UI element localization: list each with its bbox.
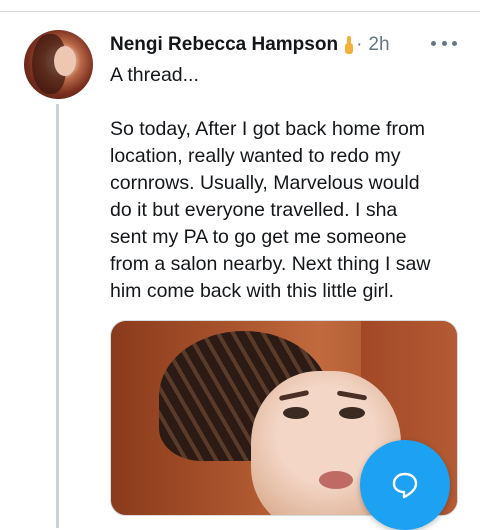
tweet-text-line: sent my PA to go get me someone: [110, 226, 407, 248]
more-icon-dot: [452, 40, 457, 46]
chat-bubble-icon: [392, 472, 418, 499]
tweet-text-intro: A thread...: [110, 64, 199, 86]
avatar[interactable]: [24, 30, 93, 99]
tweet-text-line: from a salon nearby. Next thing I saw: [110, 253, 431, 275]
tweet-text-line: So today, After I got back home from: [110, 118, 426, 140]
avatar-face: [54, 46, 76, 76]
tweet-text-line: cornrows. Usually, Marvelous would: [110, 172, 420, 194]
header-separator: ·: [356, 34, 363, 55]
tweet-body: A thread... So today, After I got back h…: [110, 62, 470, 305]
more-icon-dot: [431, 40, 436, 46]
thread-connector-line: [56, 104, 59, 528]
photo-lips: [319, 471, 353, 489]
tweet-header: Nengi Rebecca Hampson · 2h: [110, 32, 390, 58]
more-options-button[interactable]: [431, 38, 457, 48]
top-divider: [0, 11, 480, 12]
tweet-text-line: location, really wanted to redo my: [110, 145, 401, 167]
photo-eye: [339, 407, 365, 419]
tweet-text-line: do it but everyone travelled. I sha: [110, 199, 398, 221]
compose-reply-button[interactable]: [360, 440, 450, 530]
tweet-text-line: him come back with this little girl.: [110, 280, 394, 302]
author-name[interactable]: Nengi Rebecca Hampson: [110, 34, 338, 56]
photo-eye: [283, 407, 309, 419]
more-icon-dot: [441, 40, 447, 46]
tweet-timestamp[interactable]: 2h: [368, 34, 389, 56]
candle-emoji-icon: [344, 36, 354, 54]
